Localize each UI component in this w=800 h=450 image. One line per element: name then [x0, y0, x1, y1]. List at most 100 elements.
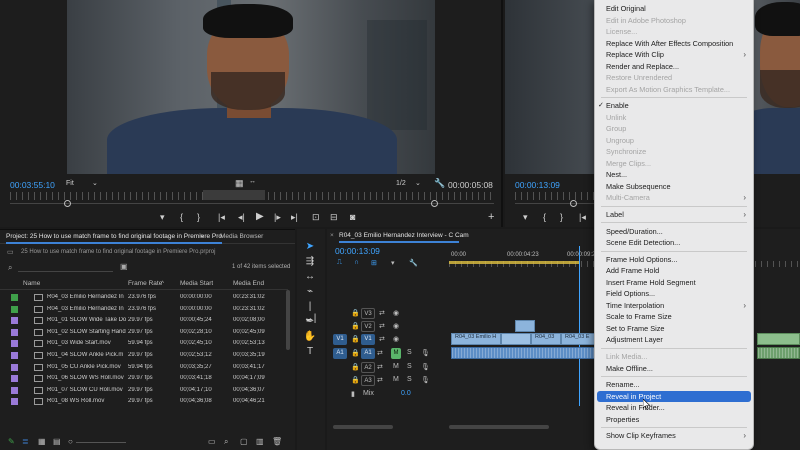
menu-item-frame-hold-options[interactable]: Frame Hold Options...: [595, 254, 753, 266]
magnet-icon[interactable]: ∩: [354, 259, 359, 266]
sync-lock-icon[interactable]: ⇄: [379, 309, 385, 317]
timeline-zoom-scrollbar[interactable]: [449, 425, 549, 429]
menu-item-set-to-frame-size[interactable]: Set to Frame Size: [595, 323, 753, 335]
lock-icon[interactable]: ▮: [351, 390, 355, 398]
marker-icon[interactable]: ▾: [523, 212, 528, 223]
close-icon[interactable]: ×: [330, 232, 334, 239]
label-color-swatch[interactable]: [11, 398, 18, 406]
track-a3[interactable]: A3: [361, 375, 375, 386]
project-item-row[interactable]: R01_07 SLOW CU Roll.mov 29.97 fps 00;04;17…: [0, 385, 288, 397]
linked-selection-icon[interactable]: ⊞: [371, 259, 377, 267]
wrench-icon[interactable]: 🔧: [409, 259, 418, 267]
project-item-row[interactable]: R01_08 WS Roll.mov 29.97 fps 00;04;36;08 00…: [0, 396, 288, 408]
menu-item-enable[interactable]: ✓ Enable: [595, 100, 753, 112]
solo-button[interactable]: S: [407, 349, 412, 356]
mute-button[interactable]: M: [393, 376, 399, 383]
project-item-row[interactable]: R04_03 Emilio Hernandez In 23.976 fps 00:0…: [0, 292, 288, 304]
label-color-swatch[interactable]: [11, 352, 18, 359]
mute-button[interactable]: M: [393, 363, 399, 370]
zoom-slider[interactable]: [76, 442, 126, 443]
add-button-icon[interactable]: +: [488, 211, 494, 223]
sync-lock-icon[interactable]: ⇄: [377, 349, 383, 357]
drag-audio-icon[interactable]: ↔: [249, 178, 256, 185]
menu-item-show-clip-keyframes[interactable]: Show Clip Keyframes ›: [595, 430, 753, 442]
icon-view-icon[interactable]: ▦: [38, 437, 46, 446]
menu-item-rename[interactable]: Rename...: [595, 379, 753, 391]
menu-item-make-subsequence[interactable]: Make Subsequence: [595, 181, 753, 193]
mic-icon[interactable]: 🎙: [421, 376, 430, 384]
column-name[interactable]: Name: [23, 280, 40, 287]
column-frame-rate[interactable]: Frame Rate: [128, 280, 162, 287]
label-color-swatch[interactable]: [11, 317, 18, 325]
insert-icon[interactable]: ⊡: [312, 212, 320, 223]
source-timecode[interactable]: 00:03:55:10: [10, 180, 55, 190]
program-time-ruler[interactable]: [515, 192, 600, 200]
slip-tool-icon[interactable]: |↔|: [303, 301, 317, 324]
audio-clip[interactable]: [757, 347, 800, 359]
sequence-tab[interactable]: R04_03 Emilio Hernandez Interview - C Ca…: [339, 232, 469, 239]
source-patch-v1[interactable]: V1: [333, 334, 347, 345]
lock-icon[interactable]: 🔒: [351, 363, 360, 371]
razor-tool-icon[interactable]: ⌁: [303, 286, 317, 298]
marker-icon[interactable]: ▾: [160, 212, 165, 223]
project-item-row[interactable]: R01_06 SLOW WS Roll.mov 29.97 fps 00;03;41…: [0, 373, 288, 385]
timeline-scrollbar[interactable]: [333, 425, 393, 429]
menu-item-scale-to-frame-size[interactable]: Scale to Frame Size: [595, 311, 753, 323]
track-v3[interactable]: V3: [361, 308, 375, 319]
menu-item-field-options[interactable]: Field Options...: [595, 288, 753, 300]
menu-item-render-and-replace[interactable]: Render and Replace...: [595, 61, 753, 73]
step-back-icon[interactable]: ◂|: [238, 212, 245, 223]
solo-button[interactable]: S: [407, 376, 412, 383]
in-out-range[interactable]: [203, 190, 265, 200]
video-clip[interactable]: [757, 333, 800, 345]
lock-icon[interactable]: 🔒: [351, 376, 360, 384]
tab-project[interactable]: Project: 25 How to use match frame to fi…: [6, 233, 223, 244]
zoom-handle-right[interactable]: [431, 200, 438, 207]
project-scrollbar[interactable]: [286, 290, 290, 350]
new-bin-icon[interactable]: ▭: [208, 437, 216, 446]
resolution-select[interactable]: 1/2: [396, 180, 406, 187]
lock-icon[interactable]: 🔒: [351, 349, 360, 357]
solo-button[interactable]: S: [407, 363, 412, 370]
project-item-row[interactable]: R04_03 Emilio Hernandez In 23.976 fps 00:0…: [0, 304, 288, 316]
mic-icon[interactable]: 🎙: [421, 349, 430, 357]
new-bin-icon[interactable]: ▢: [240, 437, 248, 446]
chevron-down-icon[interactable]: ⌄: [415, 179, 421, 187]
eye-icon[interactable]: ◉: [393, 309, 399, 317]
new-item-icon[interactable]: ▥: [256, 437, 264, 446]
lock-icon[interactable]: 🔒: [351, 309, 360, 317]
label-color-swatch[interactable]: [11, 386, 18, 394]
play-icon[interactable]: ▶: [256, 211, 264, 222]
lock-icon[interactable]: 🔒: [351, 322, 360, 330]
step-forward-icon[interactable]: |▸: [274, 212, 281, 223]
menu-item-edit-original[interactable]: Edit Original: [595, 3, 753, 15]
list-view-icon[interactable]: ≣: [22, 437, 29, 446]
audio-clip[interactable]: [451, 347, 595, 359]
track-a2[interactable]: A2: [361, 362, 375, 373]
project-item-row[interactable]: R01_04 SLOW Ankle Pick.m 29.97 fps 00;02;5…: [0, 350, 288, 362]
mix-value[interactable]: 0.0: [401, 390, 411, 397]
project-item-row[interactable]: R01_05 CU Ankle Pick.mov 59.94 fps 00;03;3…: [0, 362, 288, 374]
menu-item-make-offline[interactable]: Make Offline...: [595, 363, 753, 375]
video-clip[interactable]: R04_03 E: [561, 333, 595, 345]
zoom-handle-left[interactable]: [570, 200, 577, 207]
menu-item-insert-frame-hold-segment[interactable]: Insert Frame Hold Segment: [595, 277, 753, 289]
zoom-slider-handle[interactable]: ○: [68, 437, 73, 446]
menu-item-label[interactable]: Label ›: [595, 209, 753, 221]
menu-item-reveal-in-finder[interactable]: Reveal in Finder...: [595, 402, 753, 414]
eye-icon[interactable]: ◉: [393, 322, 399, 330]
track-a1[interactable]: A1: [361, 348, 375, 359]
mark-out-icon[interactable]: }: [560, 212, 563, 222]
label-color-swatch[interactable]: [11, 328, 18, 336]
label-color-swatch[interactable]: [11, 305, 18, 313]
playhead[interactable]: [579, 246, 580, 406]
mark-out-icon[interactable]: }: [197, 212, 200, 222]
menu-item-scene-edit-detection[interactable]: Scene Edit Detection...: [595, 237, 753, 249]
search-input[interactable]: [18, 263, 113, 272]
pen-tool-icon[interactable]: ✒: [303, 316, 317, 328]
menu-item-speed-duration[interactable]: Speed/Duration...: [595, 226, 753, 238]
track-v2[interactable]: V2: [361, 321, 375, 332]
menu-item-add-frame-hold[interactable]: Add Frame Hold: [595, 265, 753, 277]
label-color-swatch[interactable]: [11, 294, 18, 301]
eye-icon[interactable]: ◉: [393, 335, 399, 343]
